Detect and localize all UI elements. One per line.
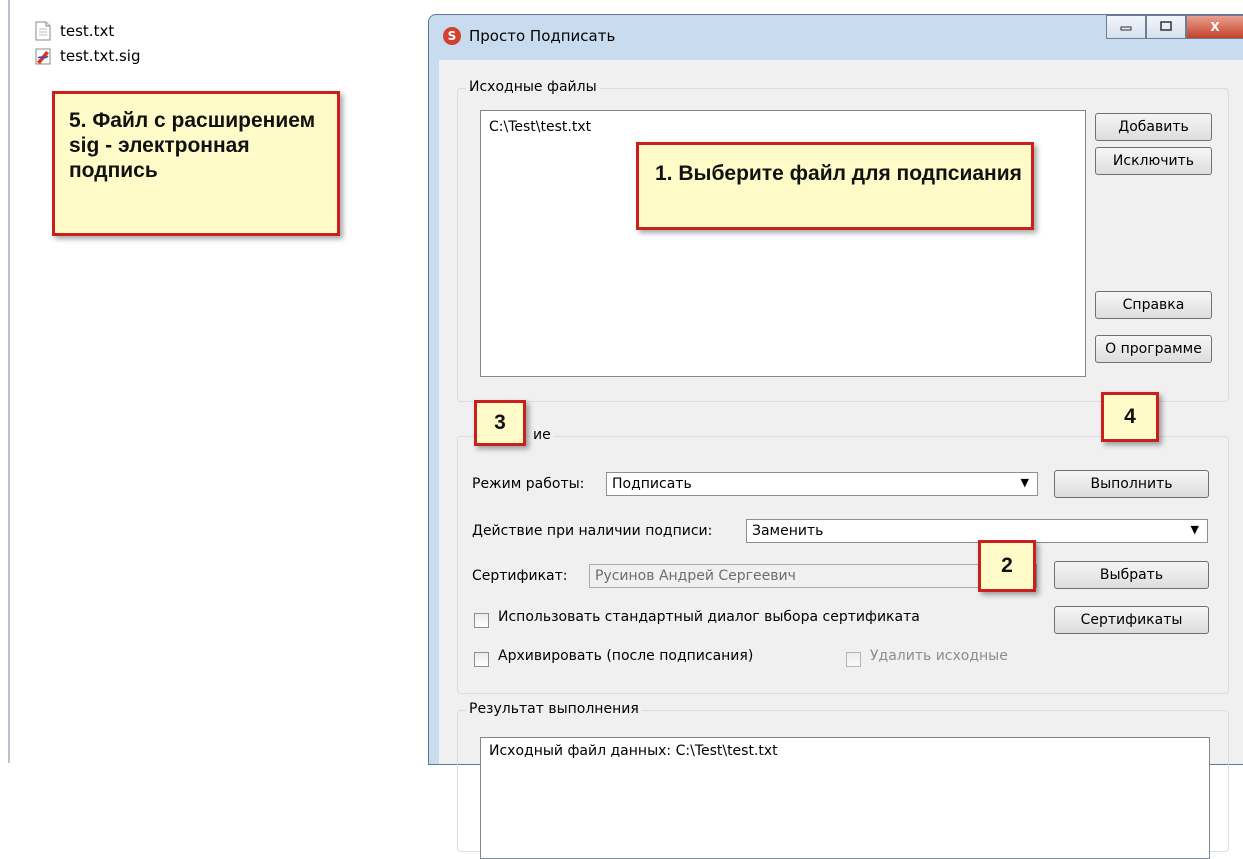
- minimize-icon: [1120, 20, 1132, 34]
- delete-source-label: Удалить исходные: [870, 648, 1008, 664]
- use-standard-dialog-checkbox[interactable]: [474, 613, 489, 628]
- on-signature-select[interactable]: Заменить ▼: [746, 519, 1208, 543]
- source-files-group: Исходные файлы C:\Test\test.txt Добавить…: [457, 79, 1229, 402]
- archive-label: Архивировать (после подписания): [498, 648, 754, 664]
- callout-note-4: 4: [1101, 392, 1159, 442]
- maximize-icon: [1160, 20, 1172, 34]
- archive-checkbox[interactable]: [474, 652, 489, 667]
- prosto-podpisat-window: S Просто Подписать X Исходные файлы C:\T…: [428, 14, 1243, 859]
- callout-text: 4: [1124, 405, 1136, 428]
- result-output[interactable]: Исходный файл данных: C:\Test\test.txt: [480, 737, 1210, 859]
- file-item-test-txt-sig[interactable]: test.txt.sig: [34, 45, 141, 67]
- close-button[interactable]: X: [1186, 15, 1243, 39]
- certificate-field: Русинов Андрей Сергеевич: [589, 564, 1037, 588]
- window-controls: X: [1106, 15, 1243, 39]
- callout-note-1: 1. Выберите файл для подпсиания: [636, 142, 1034, 230]
- title-bar[interactable]: S Просто Подписать X: [429, 15, 1243, 59]
- result-line: Исходный файл данных: C:\Test\test.txt: [489, 743, 778, 759]
- file-name: test.txt: [60, 22, 115, 40]
- on-signature-selected-value: Заменить: [752, 523, 824, 539]
- file-item-test-txt[interactable]: test.txt: [34, 20, 114, 42]
- action-group: ие Режим работы: Подписать ▼ Выполнить Д…: [457, 427, 1229, 694]
- mode-label: Режим работы:: [472, 476, 585, 492]
- on-signature-label: Действие при наличии подписи:: [472, 523, 713, 539]
- minimize-button[interactable]: [1106, 15, 1146, 39]
- close-icon: X: [1210, 20, 1220, 34]
- explorer-pane-border: [8, 0, 10, 763]
- execute-button[interactable]: Выполнить: [1054, 470, 1209, 498]
- window-title: Просто Подписать: [469, 27, 616, 45]
- group-legend: Результат выполнения: [466, 701, 642, 717]
- exclude-button[interactable]: Исключить: [1095, 147, 1212, 175]
- list-item[interactable]: C:\Test\test.txt: [489, 119, 591, 135]
- chevron-down-icon: ▼: [1190, 523, 1199, 536]
- callout-text: 1. Выберите файл для подпсиания: [655, 162, 1022, 185]
- maximize-button[interactable]: [1146, 15, 1186, 39]
- callout-note-2: 2: [978, 540, 1036, 592]
- callout-note-5: 5. Файл с расширением sig - электронная …: [52, 91, 340, 236]
- certificates-button[interactable]: Сертификаты: [1054, 606, 1209, 634]
- help-button[interactable]: Справка: [1095, 291, 1212, 319]
- group-legend: ие: [530, 427, 554, 443]
- callout-text: 3: [494, 411, 506, 434]
- callout-text: 2: [1001, 554, 1013, 577]
- chevron-down-icon: ▼: [1020, 476, 1029, 489]
- callout-note-3: 3: [474, 400, 526, 446]
- mode-selected-value: Подписать: [612, 476, 692, 492]
- delete-source-checkbox[interactable]: [846, 652, 861, 667]
- mode-select[interactable]: Подписать ▼: [606, 472, 1038, 496]
- callout-text: 5. Файл с расширением sig - электронная …: [69, 109, 316, 182]
- use-standard-dialog-label: Использовать стандартный диалог выбора с…: [498, 609, 920, 625]
- group-legend: Исходные файлы: [466, 79, 600, 95]
- app-logo-icon: S: [443, 27, 461, 45]
- result-group: Результат выполнения Исходный файл данны…: [457, 701, 1229, 859]
- file-name: test.txt.sig: [60, 47, 141, 65]
- signature-file-icon: [34, 46, 52, 66]
- add-button[interactable]: Добавить: [1095, 113, 1212, 141]
- choose-button[interactable]: Выбрать: [1054, 561, 1209, 589]
- certificate-label: Сертификат:: [472, 568, 568, 584]
- text-file-icon: [34, 21, 52, 41]
- about-button[interactable]: О программе: [1095, 335, 1212, 363]
